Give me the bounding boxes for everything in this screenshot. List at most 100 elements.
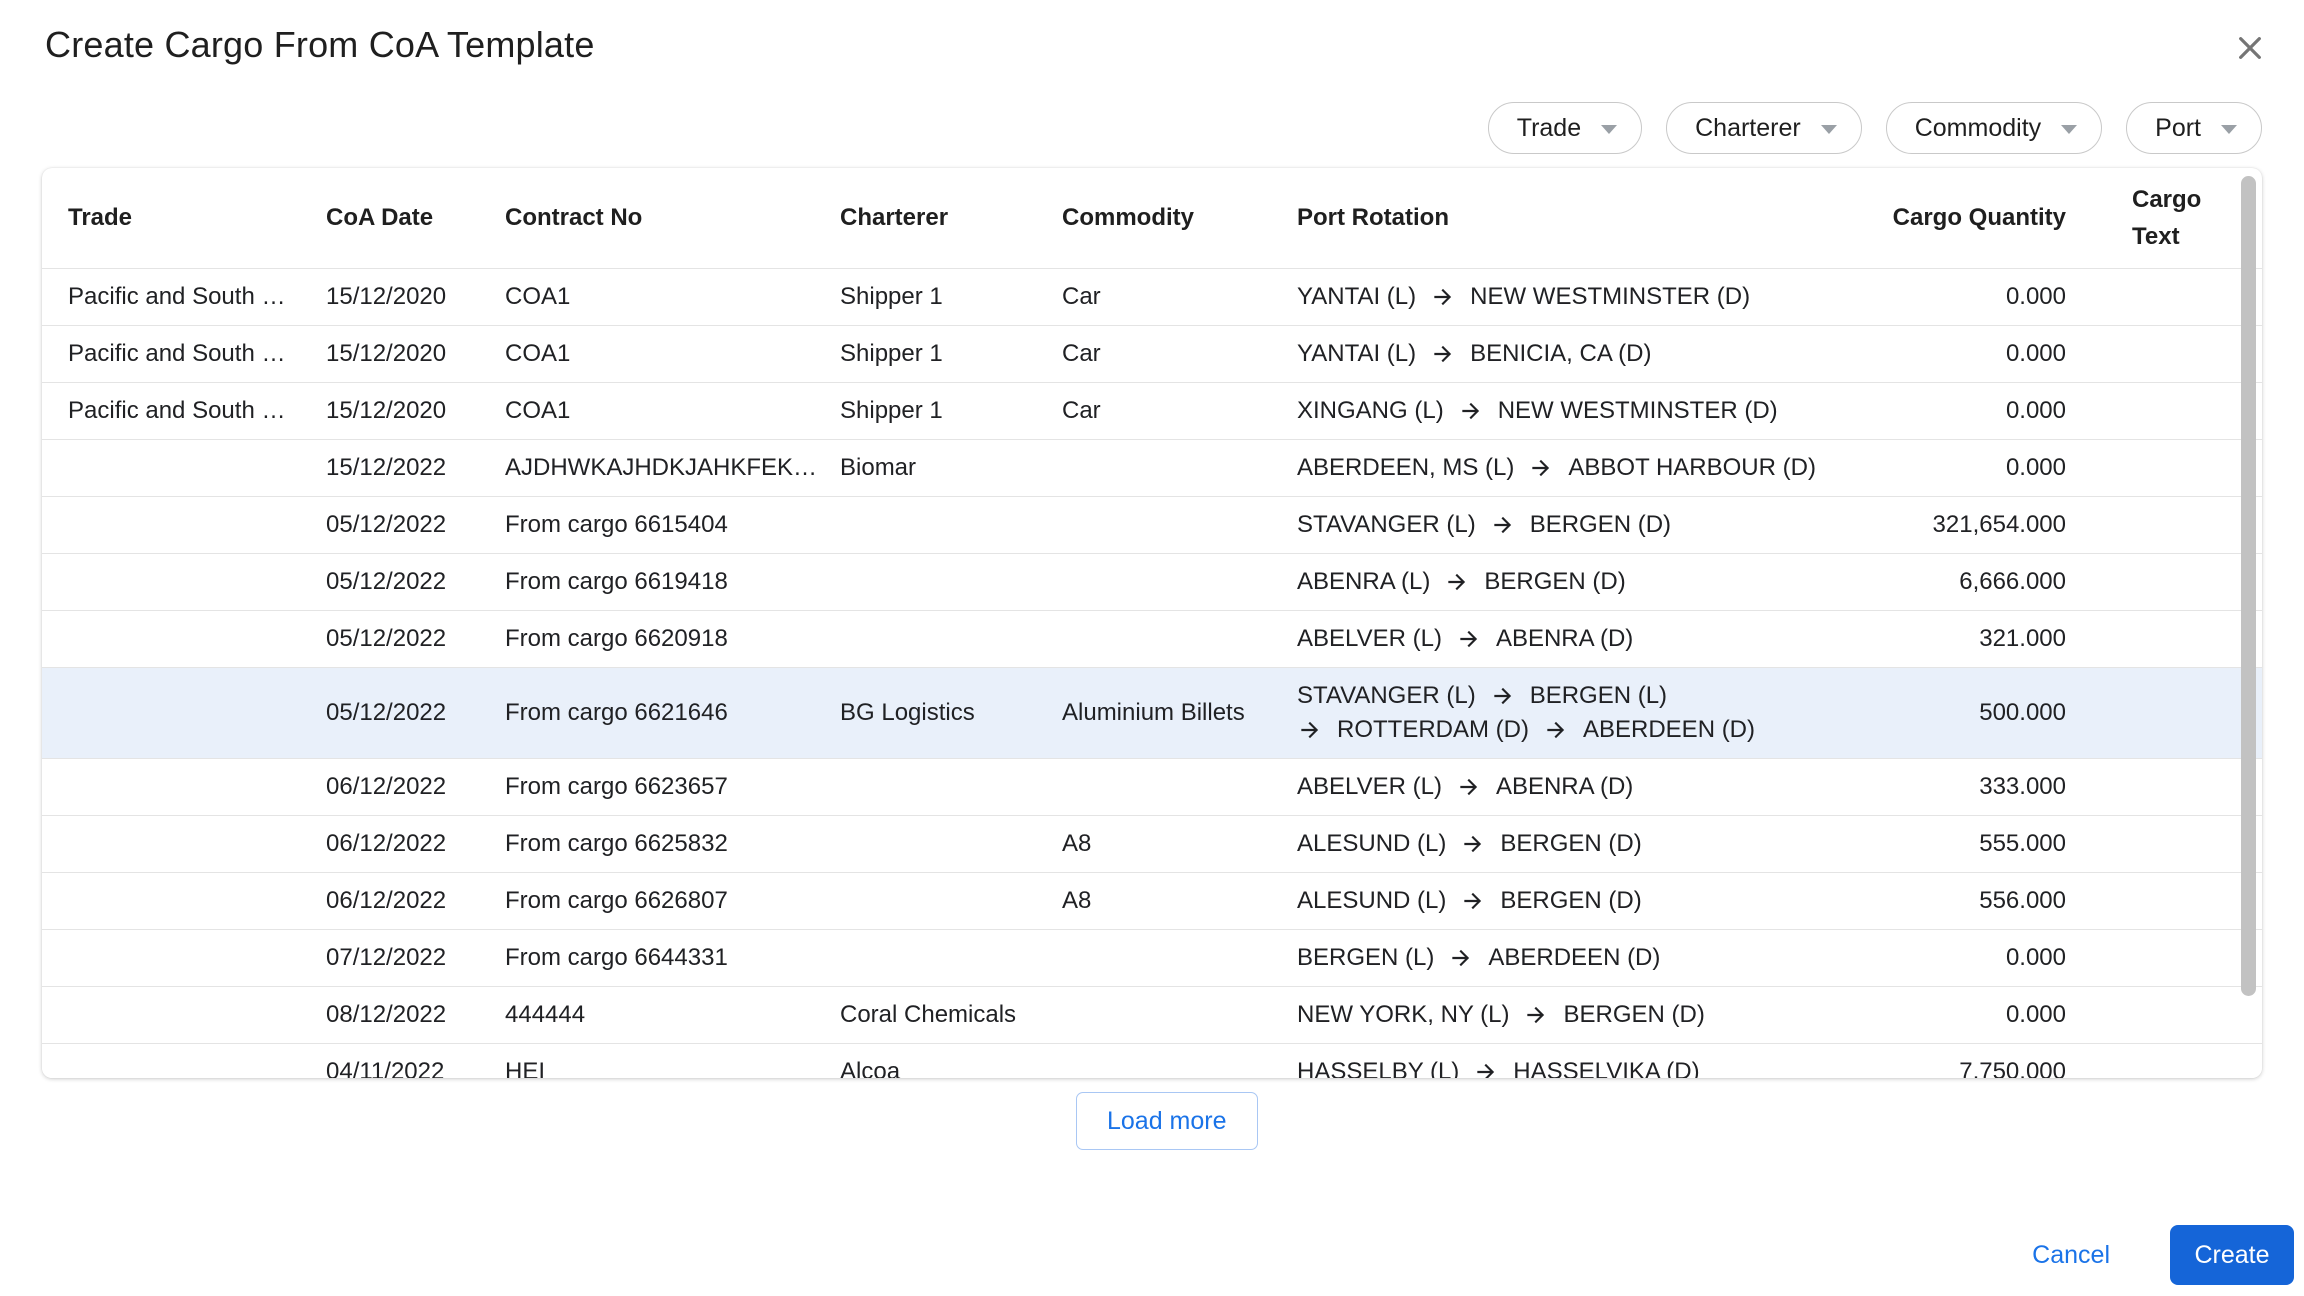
port-stop: BERGEN (D): [1460, 828, 1641, 860]
cell-commodity: Car: [1062, 397, 1297, 425]
table-row[interactable]: Pacific and South …15/12/2020COA1Shipper…: [42, 382, 2262, 439]
cell-coa-date: 05/12/2022: [326, 511, 505, 539]
cell-coa-date: 15/12/2020: [326, 340, 505, 368]
port-stop: YANTAI (L): [1297, 281, 1416, 313]
cell-port-rotation: YANTAI (L) NEW WESTMINSTER (D): [1297, 281, 1890, 313]
cell-trade: Pacific and South …: [68, 283, 326, 311]
cell-port-rotation: ABELVER (L)ABENRA (D): [1297, 623, 1890, 655]
arrow-forward-icon: [1430, 284, 1456, 310]
cell-contract-no: COA1: [505, 283, 840, 311]
table-body: Pacific and South …15/12/2020COA1Shipper…: [42, 268, 2262, 1078]
cell-coa-date: 08/12/2022: [326, 1001, 505, 1029]
cell-cargo-quantity: 0.000: [1890, 283, 2066, 311]
table-row[interactable]: 08/12/2022444444Coral ChemicalsNEW YORK,…: [42, 986, 2262, 1043]
cell-coa-date: 06/12/2022: [326, 887, 505, 915]
cell-coa-date: 05/12/2022: [326, 625, 505, 653]
cell-cargo-quantity: 0.000: [1890, 944, 2066, 972]
table-row[interactable]: Pacific and South …15/12/2020COA1Shipper…: [42, 325, 2262, 382]
cell-cargo-quantity: 0.000: [1890, 1001, 2066, 1029]
port-stop: ABELVER (L): [1297, 623, 1442, 655]
column-header-coa-date: CoA Date: [326, 204, 505, 232]
vertical-scrollbar[interactable]: [2241, 176, 2256, 996]
port-stop: ALESUND (L): [1297, 885, 1446, 917]
filter-dropdown-port[interactable]: Port: [2126, 102, 2262, 154]
close-icon[interactable]: [2230, 28, 2270, 68]
filter-dropdown-trade[interactable]: Trade: [1488, 102, 1642, 154]
cell-charterer: BG Logistics: [840, 699, 1062, 727]
cell-coa-date: 15/12/2020: [326, 397, 505, 425]
port-stop: BERGEN (D): [1523, 999, 1704, 1031]
cell-contract-no: COA1: [505, 397, 840, 425]
arrow-forward-icon: [1456, 774, 1482, 800]
table-row[interactable]: 07/12/2022From cargo 6644331BERGEN (L)AB…: [42, 929, 2262, 986]
cell-cargo-quantity: 0.000: [1890, 340, 2066, 368]
port-stop: STAVANGER (L): [1297, 509, 1476, 541]
load-more-button[interactable]: Load more: [1076, 1092, 1258, 1150]
coa-template-table: Trade CoA Date Contract No Charterer Com…: [42, 168, 2262, 1078]
cell-contract-no: COA1: [505, 340, 840, 368]
table-row[interactable]: 15/12/2022AJDHWKAJHDKJAHKFEK…BiomarABERD…: [42, 439, 2262, 496]
port-stop: ABELVER (L): [1297, 771, 1442, 803]
cell-contract-no: From cargo 6620918: [505, 625, 840, 653]
cell-contract-no: From cargo 6615404: [505, 511, 840, 539]
table-row[interactable]: 05/12/2022From cargo 6619418 ABENRA (L)BE…: [42, 553, 2262, 610]
cell-cargo-quantity: 555.000: [1890, 830, 2066, 858]
cell-contract-no: From cargo 6621646: [505, 699, 840, 727]
filter-label: Port: [2155, 114, 2201, 143]
port-stop: BENICIA, CA (D): [1430, 338, 1651, 370]
filter-dropdown-charterer[interactable]: Charterer: [1666, 102, 1862, 154]
cell-contract-no: From cargo 6626807: [505, 887, 840, 915]
table-row[interactable]: 04/11/2022HEIAlcoaHASSELBY (L)HASSELVIKA…: [42, 1043, 2262, 1078]
cell-charterer: Shipper 1: [840, 283, 1062, 311]
port-stop: ABENRA (D): [1456, 771, 1633, 803]
arrow-forward-icon: [1458, 398, 1484, 424]
arrow-forward-icon: [1448, 945, 1474, 971]
table-row[interactable]: 06/12/2022From cargo 6625832A8ALESUND (L…: [42, 815, 2262, 872]
port-stop: NEW YORK, NY (L): [1297, 999, 1509, 1031]
cell-commodity: A8: [1062, 830, 1297, 858]
cell-charterer: Shipper 1: [840, 397, 1062, 425]
cell-port-rotation: ABENRA (L)BERGEN (D): [1297, 566, 1890, 598]
column-header-charterer: Charterer: [840, 204, 1062, 232]
cell-coa-date: 07/12/2022: [326, 944, 505, 972]
cell-coa-date: 06/12/2022: [326, 830, 505, 858]
table-header: Trade CoA Date Contract No Charterer Com…: [42, 168, 2262, 268]
filter-dropdown-commodity[interactable]: Commodity: [1886, 102, 2102, 154]
column-header-contract-no: Contract No: [505, 204, 840, 232]
table-row[interactable]: 05/12/2022From cargo 6620918 ABELVER (L)A…: [42, 610, 2262, 667]
cell-contract-no: 444444: [505, 1001, 840, 1029]
port-stop: ROTTERDAM (D): [1297, 714, 1529, 746]
chevron-down-icon: [1821, 125, 1837, 134]
port-stop: HASSELBY (L): [1297, 1056, 1459, 1078]
arrow-forward-icon: [1460, 888, 1486, 914]
table-row[interactable]: Pacific and South …15/12/2020COA1Shipper…: [42, 268, 2262, 325]
arrow-forward-icon: [1490, 512, 1516, 538]
cell-charterer: Shipper 1: [840, 340, 1062, 368]
port-stop: NEW WESTMINSTER (D): [1430, 281, 1750, 313]
table-row[interactable]: 06/12/2022From cargo 6623657ABELVER (L)A…: [42, 758, 2262, 815]
arrow-forward-icon: [1523, 1002, 1549, 1028]
cell-contract-no: From cargo 6619418: [505, 568, 840, 596]
filter-label: Charterer: [1695, 114, 1801, 143]
cell-contract-no: From cargo 6625832: [505, 830, 840, 858]
cell-contract-no: From cargo 6623657: [505, 773, 840, 801]
cell-commodity: A8: [1062, 887, 1297, 915]
cell-commodity: Aluminium Billets: [1062, 699, 1297, 727]
cell-port-rotation: BERGEN (L)ABERDEEN (D): [1297, 942, 1890, 974]
cell-charterer: Alcoa: [840, 1058, 1062, 1078]
table-row[interactable]: 05/12/2022From cargo 6615404 STAVANGER (L…: [42, 496, 2262, 553]
cell-port-rotation: ABERDEEN, MS (L)ABBOT HARBOUR (D): [1297, 452, 1890, 484]
cancel-button[interactable]: Cancel: [2018, 1231, 2124, 1280]
table-row[interactable]: 06/12/2022From cargo 6626807 A8ALESUND (L…: [42, 872, 2262, 929]
arrow-forward-icon: [1297, 717, 1323, 743]
cell-cargo-quantity: 6,666.000: [1890, 568, 2066, 596]
cell-contract-no: AJDHWKAJHDKJAHKFEK…: [505, 454, 840, 482]
chevron-down-icon: [2221, 125, 2237, 134]
cell-coa-date: 05/12/2022: [326, 568, 505, 596]
arrow-forward-icon: [1444, 569, 1470, 595]
table-row[interactable]: 05/12/2022From cargo 6621646BG Logistics…: [42, 667, 2262, 758]
create-button[interactable]: Create: [2170, 1225, 2294, 1285]
column-header-cargo-quantity: Cargo Quantity: [1890, 199, 2066, 236]
cell-contract-no: HEI: [505, 1058, 840, 1078]
port-stop: ABENRA (L): [1297, 566, 1430, 598]
